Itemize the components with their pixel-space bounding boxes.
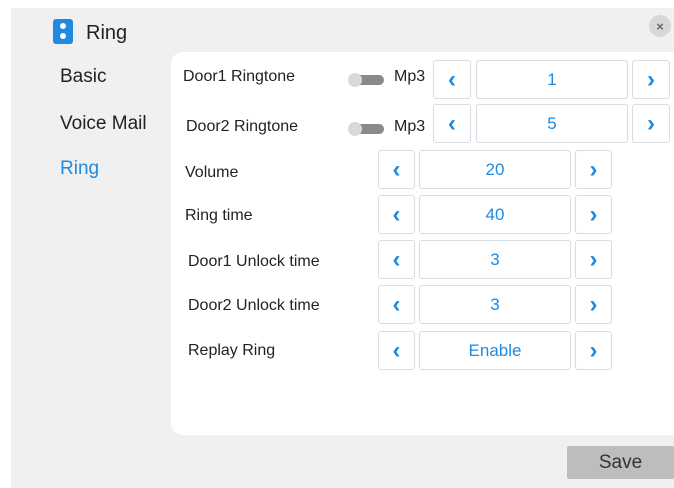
chevron-left-icon: ‹: [392, 155, 401, 183]
ring-time-value: 40: [419, 195, 571, 234]
sidebar-item-basic[interactable]: Basic: [60, 66, 106, 88]
door2-unlock-value: 3: [419, 285, 571, 324]
chevron-left-icon: ‹: [392, 290, 401, 318]
chevron-left-icon: ‹: [392, 200, 401, 228]
door1-ringtone-mode: Mp3: [394, 68, 426, 85]
volume-next-button[interactable]: ›: [575, 150, 612, 189]
chevron-right-icon: ›: [589, 245, 598, 273]
door2-ringtone-value: 5: [476, 104, 628, 143]
volume-label: Volume: [185, 164, 239, 181]
door1-unlock-time-label: Door1 Unlock time: [188, 253, 320, 270]
save-button[interactable]: Save: [567, 446, 674, 479]
chevron-right-icon: ›: [647, 65, 655, 93]
door1-ringtone-label: Door1 Ringtone: [183, 68, 296, 85]
ring-settings-icon: [53, 19, 73, 44]
chevron-left-icon: ‹: [448, 65, 456, 93]
sidebar-item-ring[interactable]: Ring: [60, 158, 99, 180]
ring-time-prev-button[interactable]: ‹: [378, 195, 415, 234]
door2-unlock-prev-button[interactable]: ‹: [378, 285, 415, 324]
ring-time-label: Ring time: [185, 207, 253, 224]
door2-unlock-time-label: Door2 Unlock time: [188, 297, 320, 314]
replay-ring-label: Replay Ring: [188, 342, 276, 359]
door1-ringtone-toggle[interactable]: [348, 73, 384, 87]
chevron-right-icon: ›: [589, 200, 598, 228]
door2-ringtone-toggle[interactable]: [348, 122, 384, 136]
door2-ringtone-label: Door2 Ringtone: [186, 118, 299, 135]
door2-ringtone-prev-button[interactable]: ‹: [433, 104, 471, 143]
door1-unlock-prev-button[interactable]: ‹: [378, 240, 415, 279]
replay-ring-next-button[interactable]: ›: [575, 331, 612, 370]
door2-ringtone-next-button[interactable]: ›: [632, 104, 670, 143]
replay-ring-prev-button[interactable]: ‹: [378, 331, 415, 370]
door2-unlock-next-button[interactable]: ›: [575, 285, 612, 324]
chevron-right-icon: ›: [647, 109, 655, 137]
door1-unlock-next-button[interactable]: ›: [575, 240, 612, 279]
ring-time-next-button[interactable]: ›: [575, 195, 612, 234]
replay-ring-value: Enable: [419, 331, 571, 370]
chevron-left-icon: ‹: [448, 109, 456, 137]
door2-ringtone-mode: Mp3: [394, 118, 426, 135]
door1-ringtone-value: 1: [476, 60, 628, 99]
dialog-title: Ring: [86, 22, 128, 44]
chevron-right-icon: ›: [589, 290, 598, 318]
door1-ringtone-next-button[interactable]: ›: [632, 60, 670, 99]
close-button[interactable]: ×: [649, 15, 671, 37]
volume-prev-button[interactable]: ‹: [378, 150, 415, 189]
chevron-right-icon: ›: [589, 336, 598, 364]
door1-ringtone-prev-button[interactable]: ‹: [433, 60, 471, 99]
sidebar-item-voice-mail[interactable]: Voice Mail: [60, 113, 147, 135]
chevron-right-icon: ›: [589, 155, 598, 183]
volume-value: 20: [419, 150, 571, 189]
door1-unlock-value: 3: [419, 240, 571, 279]
chevron-left-icon: ‹: [392, 245, 401, 273]
chevron-left-icon: ‹: [392, 336, 401, 364]
